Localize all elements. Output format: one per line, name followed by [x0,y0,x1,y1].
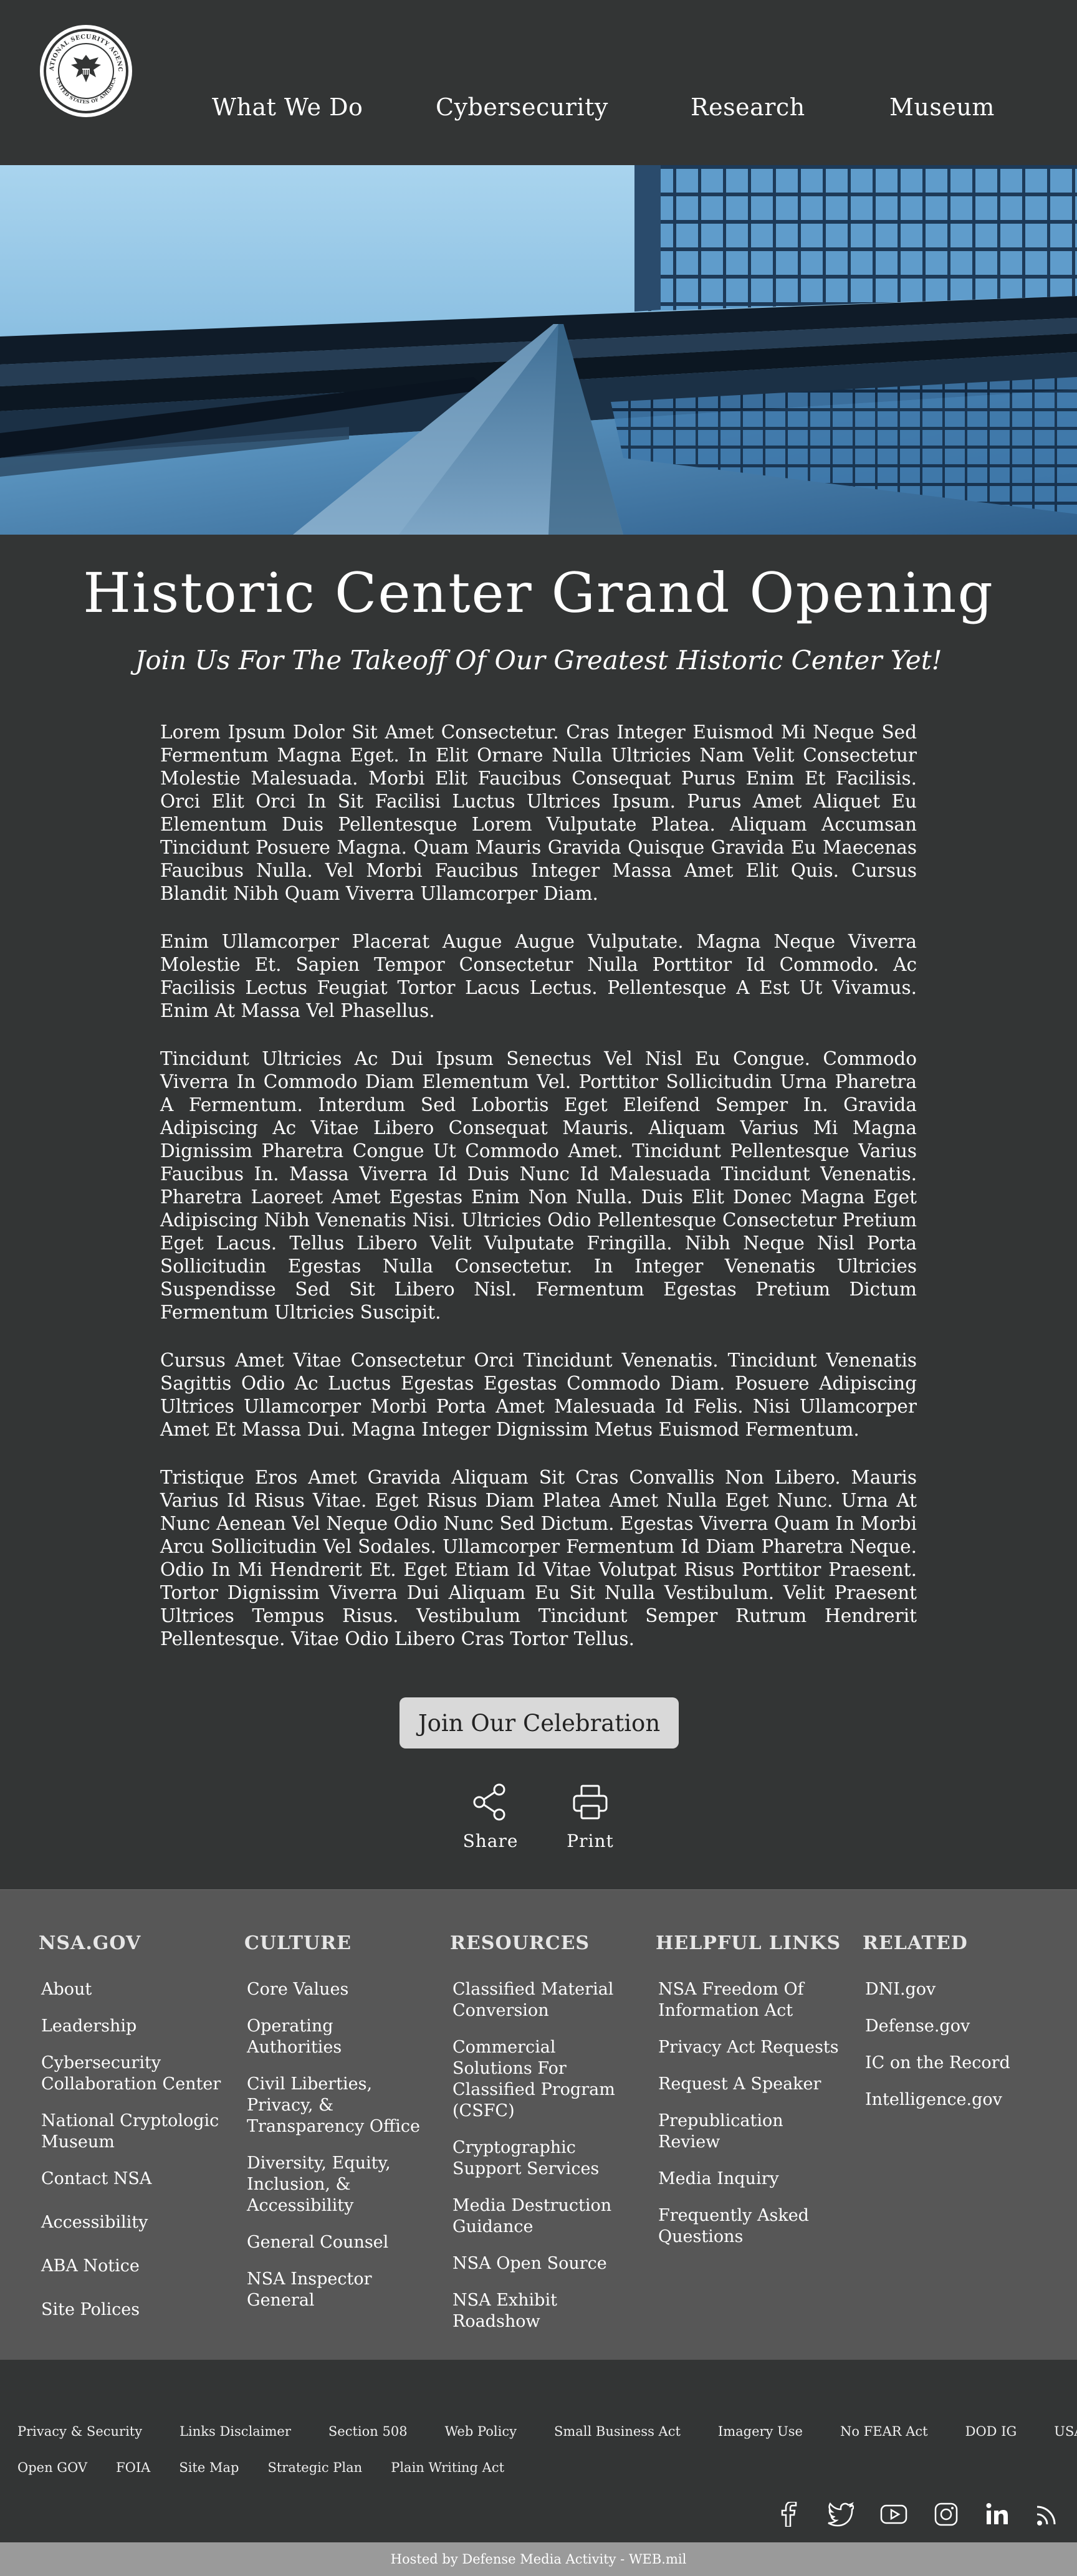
print-button[interactable]: Print [547,1782,634,1851]
footer-column-resources: RESOURCES Classified Material Conversion… [450,1932,637,2348]
footer-heading: RESOURCES [450,1932,590,1954]
legal-link[interactable]: Imagery Use [718,2424,803,2439]
footer-link-accessibility[interactable]: Accessibility [41,2212,226,2233]
footer-link-media-inquiry[interactable]: Media Inquiry [658,2168,843,2190]
twitter-icon[interactable] [826,2502,854,2529]
footer-link-leadership[interactable]: Leadership [41,2016,226,2037]
page-title: Historic Center Grand Opening [83,561,994,625]
footer-link-contact-nsa[interactable]: Contact NSA [41,2168,226,2190]
footer-link-faq[interactable]: Frequently Asked Questions [658,2205,843,2248]
footer-link-civil-liberties[interactable]: Civil Liberties, Privacy, & Transparency… [247,2074,431,2137]
legal-link[interactable]: Site Map [179,2460,239,2475]
footer-column-related: RELATED DNI.gov Defense.gov IC on the Re… [863,1932,1050,2126]
legal-link[interactable]: DOD IG [965,2424,1017,2439]
footer-link-cybersecurity-collaboration-center[interactable]: Cybersecurity Collaboration Center [41,2053,226,2095]
legal-links-row-1: Privacy & Security Links Disclaimer Sect… [17,2424,1077,2439]
print-label: Print [567,1831,614,1851]
footer-link-classified-material-conversion[interactable]: Classified Material Conversion [452,1979,637,2021]
footer-column-culture: CULTURE Core Values Operating Authoritie… [244,1932,431,2327]
footer-column-helpful-links: HELPFUL LINKS NSA Freedom Of Information… [656,1932,843,2263]
footer-link-cryptographic-support[interactable]: Cryptographic Support Services [452,2137,637,2180]
article-paragraph: Lorem Ipsum Dolor Sit Amet Consectetur. … [160,722,917,904]
page-subtitle: Join Us For The Takeoff Of Our Greatest … [135,645,942,675]
footer-heading: RELATED [863,1932,968,1954]
article-paragraph: Tincidunt Ultricies Ac Dui Ipsum Senectu… [160,1048,917,1323]
footer-link-general-counsel[interactable]: General Counsel [247,2232,431,2253]
article-paragraph: Cursus Amet Vitae Consectetur Orci Tinci… [160,1350,917,1440]
footer-link-privacy-act-requests[interactable]: Privacy Act Requests [658,2037,843,2058]
legal-link[interactable]: Strategic Plan [267,2460,362,2475]
legal-link[interactable]: USA.gov [1054,2424,1077,2439]
site-footer: NSA.GOV About Leadership Cybersecurity C… [0,1889,1077,2360]
instagram-icon[interactable] [934,2502,959,2529]
footer-link-defense-gov[interactable]: Defense.gov [865,2016,1050,2037]
youtube-icon[interactable] [880,2502,907,2529]
legal-link[interactable]: Open GOV [17,2460,87,2475]
footer-link-site-polices[interactable]: Site Polices [41,2299,226,2321]
footer-link-csfc[interactable]: Commercial Solutions For Classified Prog… [452,2037,637,2122]
footer-link-request-a-speaker[interactable]: Request A Speaker [658,2074,843,2095]
legal-link[interactable]: Links Disclaimer [180,2424,291,2439]
footer-link-ic-on-the-record[interactable]: IC on the Record [865,2053,1050,2074]
legal-links-row-2: Open GOV FOIA Site Map Strategic Plan Pl… [17,2460,542,2475]
join-celebration-button[interactable]: Join Our Celebration [400,1697,679,1748]
legal-link[interactable]: No FEAR Act [840,2424,928,2439]
footer-link-core-values[interactable]: Core Values [247,1979,431,2000]
footer-link-operating-authorities[interactable]: Operating Authorities [247,2016,431,2058]
footer-link-nsa-open-source[interactable]: NSA Open Source [452,2253,637,2274]
share-icon [473,1783,505,1821]
footer-link-prepublication-review[interactable]: Prepublication Review [658,2111,843,2153]
footer-heading: NSA.GOV [39,1932,141,1954]
article-paragraph: Tristique Eros Amet Gravida Aliquam Sit … [160,1467,917,1649]
nav-museum[interactable]: Museum [889,93,995,121]
nav-what-we-do[interactable]: What We Do [212,93,363,121]
printer-icon [573,1785,608,1820]
social-links [753,2501,1058,2529]
article-body: Lorem Ipsum Dolor Sit Amet Consectetur. … [160,721,917,1676]
site-header: NATIONAL SECURITY AGENCY UNITED STATES O… [0,0,1077,165]
facebook-icon[interactable] [779,2501,800,2529]
share-label: Share [462,1831,519,1851]
hosted-by-bar: Hosted by Defense Media Activity - WEB.m… [0,2542,1077,2576]
footer-link-diversity-equity[interactable]: Diversity, Equity, Inclusion, & Accessib… [247,2153,431,2216]
footer-link-media-destruction[interactable]: Media Destruction Guidance [452,2195,637,2238]
article-paragraph: Enim Ullamcorper Placerat Augue Augue Vu… [160,931,917,1021]
legal-link[interactable]: Web Policy [445,2424,517,2439]
linkedin-icon[interactable] [985,2502,1010,2529]
legal-bar: Privacy & Security Links Disclaimer Sect… [0,2360,1077,2542]
legal-link[interactable]: Section 508 [328,2424,408,2439]
footer-link-foia[interactable]: NSA Freedom Of Information Act [658,1979,843,2021]
legal-link[interactable]: Plain Writing Act [391,2460,504,2475]
footer-link-dni-gov[interactable]: DNI.gov [865,1979,1050,2000]
share-button[interactable]: Share [447,1782,534,1851]
rss-icon[interactable] [1036,2502,1058,2529]
hero-building-image [0,165,1077,535]
footer-link-aba-notice[interactable]: ABA Notice [41,2256,226,2277]
footer-link-about[interactable]: About [41,1979,226,2000]
legal-link[interactable]: FOIA [116,2460,150,2475]
legal-link[interactable]: Privacy & Security [17,2424,142,2439]
nav-research[interactable]: Research [691,93,805,121]
footer-heading: HELPFUL LINKS [656,1932,841,1954]
footer-link-nsa-inspector-general[interactable]: NSA Inspector General [247,2269,431,2311]
footer-link-intelligence-gov[interactable]: Intelligence.gov [865,2089,1050,2111]
nsa-seal-logo[interactable]: NATIONAL SECURITY AGENCY UNITED STATES O… [36,19,133,118]
footer-heading: CULTURE [244,1932,352,1954]
footer-link-nsa-exhibit-roadshow[interactable]: NSA Exhibit Roadshow [452,2290,637,2332]
legal-link[interactable]: Small Business Act [554,2424,681,2439]
nav-cybersecurity[interactable]: Cybersecurity [436,93,608,121]
footer-link-national-cryptologic-museum[interactable]: National Cryptologic Museum [41,2111,226,2153]
footer-column-nsa-gov: NSA.GOV About Leadership Cybersecurity C… [39,1932,226,2336]
